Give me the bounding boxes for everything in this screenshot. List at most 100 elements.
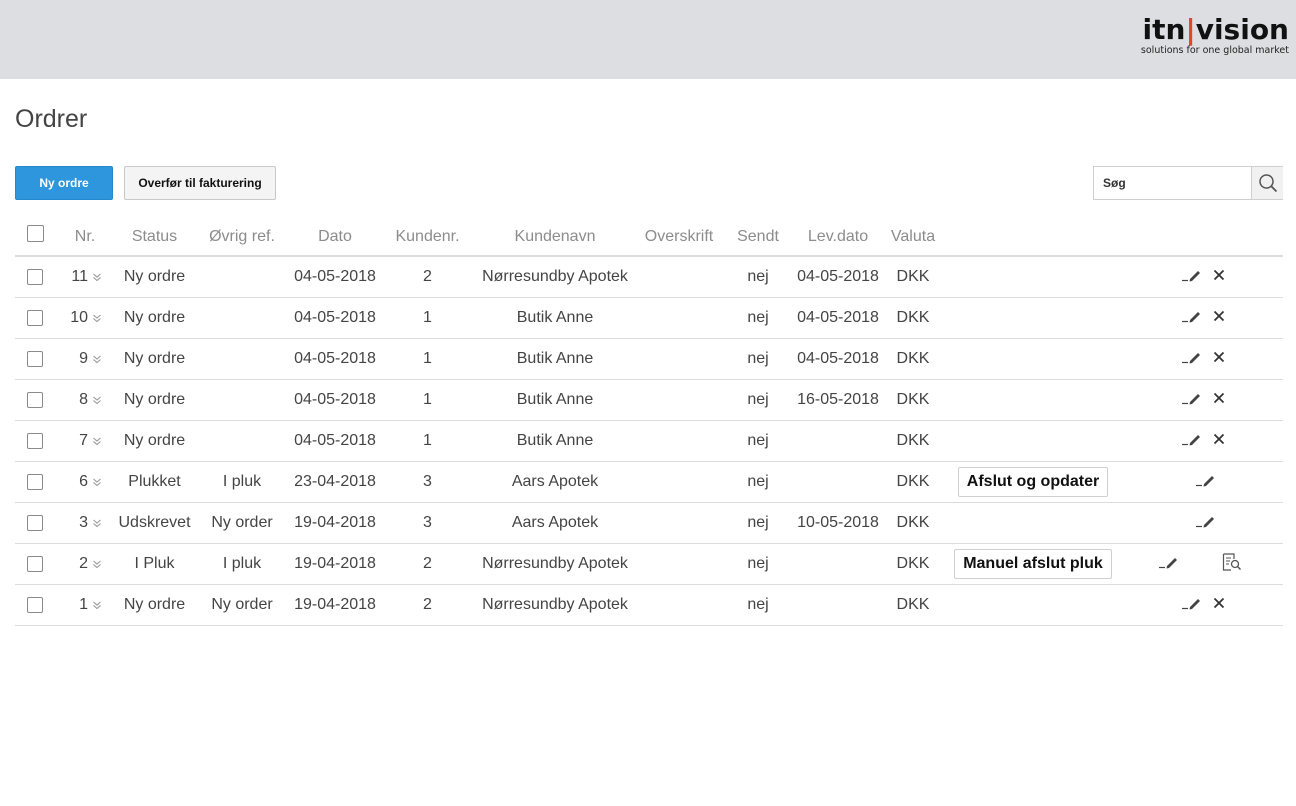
delete-icon[interactable] — [1213, 391, 1225, 409]
order-heading — [635, 420, 723, 462]
chevron-double-down-icon[interactable] — [92, 515, 102, 533]
order-number[interactable]: 6 — [68, 473, 88, 491]
logo-bar: | — [1185, 13, 1196, 46]
search-button[interactable] — [1251, 167, 1283, 199]
edit-icon[interactable] — [1181, 350, 1203, 369]
customer-name: Butik Anne — [475, 297, 635, 339]
edit-icon[interactable] — [1181, 596, 1203, 615]
table-header-row: Nr. Status Øvrig ref. Dato Kundenr. Kund… — [15, 219, 1283, 257]
column-header-customer-number[interactable]: Kundenr. — [380, 219, 475, 257]
row-checkbox[interactable] — [27, 432, 43, 449]
order-status: Ny ordre — [115, 584, 194, 626]
table-row[interactable]: 1 Ny ordre Ny order 19-04-2018 2 Nørresundby … — [15, 584, 1283, 626]
table-row[interactable]: 11 Ny ordre 04-05-2018 2 Nørresundby Apotek n… — [15, 256, 1283, 298]
edit-icon[interactable] — [1181, 309, 1203, 328]
customer-name: Butik Anne — [475, 338, 635, 380]
table-row[interactable]: 8 Ny ordre 04-05-2018 1 Butik Anne nej 16-05-2… — [15, 379, 1283, 421]
other-ref — [194, 297, 290, 339]
column-header-nr[interactable]: Nr. — [55, 219, 115, 257]
chevron-double-down-icon[interactable] — [92, 269, 102, 287]
delete-icon[interactable] — [1213, 268, 1225, 286]
chevron-double-down-icon[interactable] — [92, 597, 102, 615]
currency: DKK — [883, 256, 943, 298]
chevron-double-down-icon[interactable] — [92, 351, 102, 369]
customer-name: Nørresundby Apotek — [475, 584, 635, 626]
table-row[interactable]: 10 Ny ordre 04-05-2018 1 Butik Anne nej 04-05-… — [15, 297, 1283, 339]
customer-number: 2 — [380, 543, 475, 585]
row-checkbox[interactable] — [27, 514, 43, 531]
row-checkbox[interactable] — [27, 391, 43, 408]
search-box — [1093, 166, 1283, 200]
column-header-currency[interactable]: Valuta — [883, 219, 943, 257]
delete-icon[interactable] — [1213, 432, 1225, 450]
order-number[interactable]: 2 — [68, 555, 88, 573]
order-number[interactable]: 8 — [68, 391, 88, 409]
edit-icon[interactable] — [1158, 555, 1180, 574]
delete-icon[interactable] — [1213, 309, 1225, 327]
view-document-icon[interactable] — [1222, 552, 1242, 576]
select-all-checkbox[interactable] — [26, 225, 44, 243]
table-row[interactable]: 6 Plukket I pluk 23-04-2018 3 Aars Apotek nej D… — [15, 461, 1283, 503]
row-checkbox[interactable] — [27, 473, 43, 490]
table-row[interactable]: 3 Udskrevet Ny order 19-04-2018 3 Aars Apotek… — [15, 502, 1283, 544]
row-checkbox[interactable] — [27, 350, 43, 367]
edit-icon[interactable] — [1195, 473, 1217, 492]
delivery-date — [793, 584, 883, 626]
edit-icon[interactable] — [1181, 391, 1203, 410]
chevron-double-down-icon[interactable] — [92, 310, 102, 328]
order-number[interactable]: 10 — [68, 309, 88, 327]
order-status: Ny ordre — [115, 297, 194, 339]
transfer-to-invoicing-button[interactable]: Overfør til fakturering — [124, 166, 276, 200]
company-logo[interactable]: itn|vision solutions for one global mark… — [1141, 14, 1289, 57]
complete-and-update-button[interactable]: Afslut og opdater — [957, 467, 1109, 497]
sent-status: nej — [723, 256, 793, 298]
chevron-double-down-icon[interactable] — [92, 474, 102, 492]
order-number[interactable]: 11 — [68, 268, 88, 286]
search-icon — [1258, 174, 1277, 193]
column-header-customer-name[interactable]: Kundenavn — [475, 219, 635, 257]
order-heading — [635, 379, 723, 421]
chevron-double-down-icon[interactable] — [92, 433, 102, 451]
order-number[interactable]: 9 — [68, 350, 88, 368]
currency: DKK — [883, 420, 943, 462]
manual-complete-pick-button[interactable]: Manuel afslut pluk — [954, 549, 1112, 579]
order-number[interactable]: 7 — [68, 432, 88, 450]
row-checkbox[interactable] — [27, 555, 43, 572]
order-number[interactable]: 1 — [68, 596, 88, 614]
column-header-date[interactable]: Dato — [290, 219, 380, 257]
edit-icon[interactable] — [1181, 268, 1203, 287]
customer-number: 2 — [380, 584, 475, 626]
new-order-button[interactable]: Ny ordre — [15, 166, 113, 200]
table-row[interactable]: 2I Pluk I pluk 19-04-2018 2 Nørresundby Apot… — [15, 543, 1283, 585]
delivery-date — [793, 543, 883, 585]
table-row[interactable]: 7 Ny ordre 04-05-2018 1 Butik Anne nej DKK — [15, 420, 1283, 462]
order-status: Ny ordre — [115, 420, 194, 462]
sent-status: nej — [723, 543, 793, 585]
column-header-heading[interactable]: Overskrift — [635, 219, 723, 257]
delete-icon[interactable] — [1213, 596, 1225, 614]
column-header-status[interactable]: Status — [115, 219, 194, 257]
row-checkbox[interactable] — [27, 596, 43, 613]
other-ref — [194, 256, 290, 298]
chevron-double-down-icon[interactable] — [92, 556, 102, 574]
logo-text-left: itn — [1142, 13, 1186, 46]
column-header-sent[interactable]: Sendt — [723, 219, 793, 257]
row-checkbox[interactable] — [27, 268, 43, 285]
column-header-other-ref[interactable]: Øvrig ref. — [194, 219, 290, 257]
delete-icon[interactable] — [1213, 350, 1225, 368]
order-date: 19-04-2018 — [290, 543, 380, 585]
other-ref — [194, 379, 290, 421]
table-row[interactable]: 9 Ny ordre 04-05-2018 1 Butik Anne nej 04-05-2… — [15, 338, 1283, 380]
edit-icon[interactable] — [1195, 514, 1217, 533]
edit-icon[interactable] — [1181, 432, 1203, 451]
search-input[interactable] — [1094, 167, 1250, 199]
row-checkbox[interactable] — [27, 309, 43, 326]
order-number[interactable]: 3 — [68, 514, 88, 532]
currency: DKK — [883, 461, 943, 503]
sent-status: nej — [723, 297, 793, 339]
customer-number: 1 — [380, 379, 475, 421]
chevron-double-down-icon[interactable] — [92, 392, 102, 410]
column-header-delivery-date[interactable]: Lev.dato — [793, 219, 883, 257]
order-status: Plukket — [115, 461, 194, 503]
other-ref: Ny order — [194, 584, 290, 626]
